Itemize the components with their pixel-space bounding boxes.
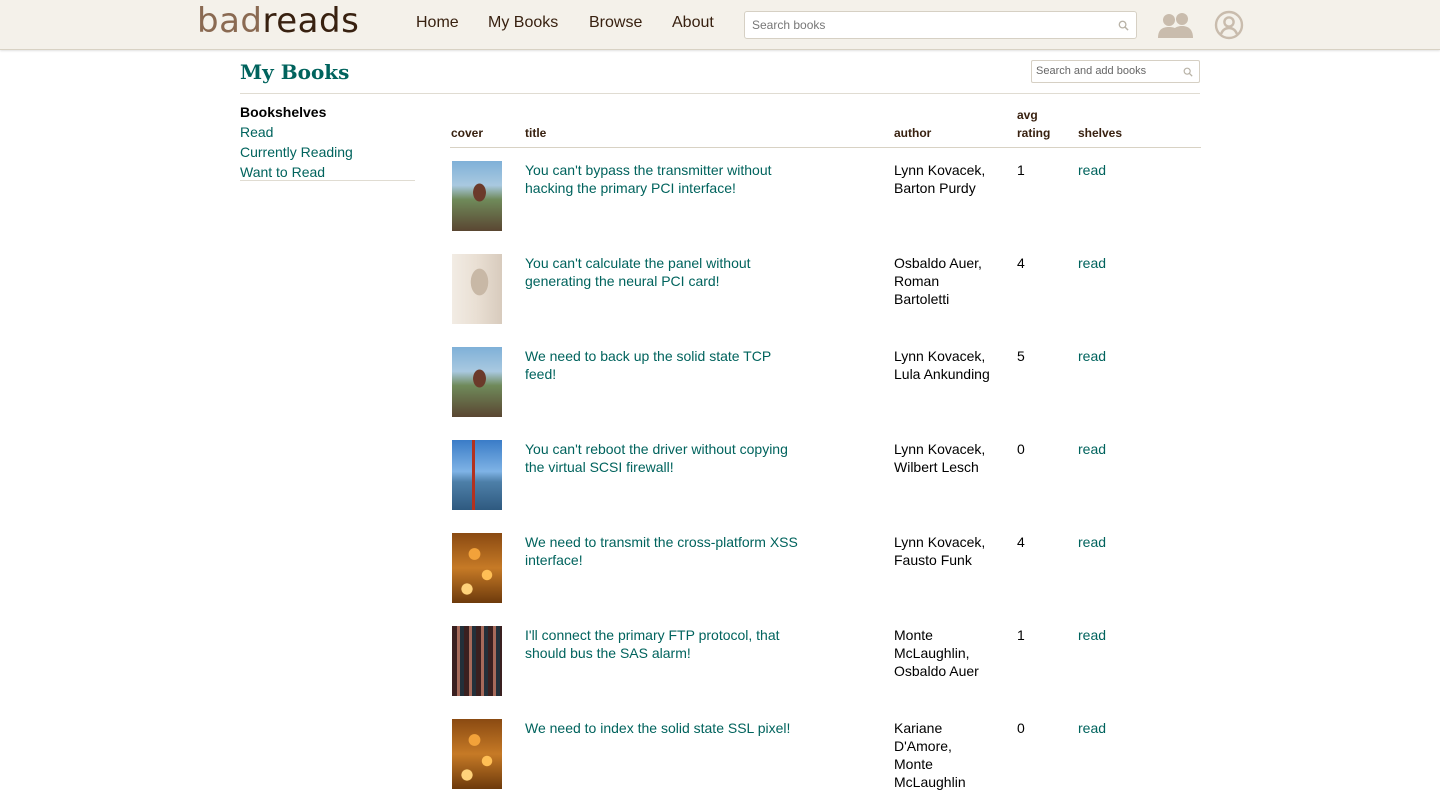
book-shelf-link[interactable]: read — [1078, 347, 1106, 365]
book-avg-rating: 1 — [1017, 162, 1025, 178]
book-shelf-link[interactable]: read — [1078, 254, 1106, 272]
book-avg-rating: 1 — [1017, 627, 1025, 643]
divider — [240, 180, 415, 181]
add-books-search-input[interactable] — [1036, 65, 1176, 77]
book-shelf-link[interactable]: read — [1078, 161, 1106, 179]
book-row: I'll connect the primary FTP protocol, t… — [450, 612, 1201, 705]
book-row: You can't calculate the panel without ge… — [450, 240, 1201, 333]
book-author: Lynn Kovacek, Fausto Funk — [894, 534, 986, 568]
logo-part-reads: reads — [262, 1, 360, 41]
book-row: We need to back up the solid state TCP f… — [450, 333, 1201, 426]
book-avg-rating: 0 — [1017, 720, 1025, 736]
search-icon[interactable] — [1118, 20, 1129, 31]
book-title-link[interactable]: We need to transmit the cross-platform X… — [525, 533, 805, 569]
search-icon[interactable] — [1183, 67, 1193, 77]
column-header-author[interactable]: author — [894, 124, 931, 142]
book-cover[interactable] — [452, 161, 502, 231]
column-header-avg-rating[interactable]: avg rating — [1017, 106, 1067, 142]
book-row: You can't bypass the transmitter without… — [450, 147, 1201, 240]
book-title-link[interactable]: We need to back up the solid state TCP f… — [525, 347, 805, 383]
book-cover[interactable] — [452, 719, 502, 789]
shelf-link-currently-reading[interactable]: Currently Reading — [240, 144, 353, 160]
book-avg-rating: 0 — [1017, 441, 1025, 457]
book-avg-rating: 5 — [1017, 348, 1025, 364]
book-shelf-link[interactable]: read — [1078, 719, 1106, 737]
nav-my-books-link[interactable]: My Books — [488, 14, 558, 32]
shelf-link-read[interactable]: Read — [240, 124, 273, 140]
nav-home-link[interactable]: Home — [416, 14, 459, 32]
book-row: We need to transmit the cross-platform X… — [450, 519, 1201, 612]
book-author: Kariane D'Amore, Monte McLaughlin — [894, 720, 966, 790]
book-avg-rating: 4 — [1017, 255, 1025, 271]
book-author: Lynn Kovacek, Lula Ankunding — [894, 348, 990, 382]
book-cover[interactable] — [452, 533, 502, 603]
page-title: My Books — [240, 60, 350, 84]
nav-about-link[interactable]: About — [672, 14, 714, 32]
book-avg-rating: 4 — [1017, 534, 1025, 550]
book-row: We need to index the solid state SSL pix… — [450, 705, 1201, 798]
nav-browse-link[interactable]: Browse — [589, 14, 642, 32]
book-shelf-link[interactable]: read — [1078, 533, 1106, 551]
bookshelves-heading: Bookshelves — [240, 104, 327, 120]
book-shelf-link[interactable]: read — [1078, 626, 1106, 644]
top-navigation-bar: badreads Home My Books Browse About — [0, 0, 1440, 50]
book-search-input[interactable] — [752, 18, 1112, 32]
badreads-logo[interactable]: badreads — [197, 0, 359, 44]
book-author: Lynn Kovacek, Wilbert Lesch — [894, 441, 986, 475]
book-title-link[interactable]: We need to index the solid state SSL pix… — [525, 719, 805, 737]
book-row: You can't reboot the driver without copy… — [450, 426, 1201, 519]
book-title-link[interactable]: I'll connect the primary FTP protocol, t… — [525, 626, 805, 662]
divider — [240, 93, 1200, 94]
logo-part-bad: bad — [197, 1, 263, 41]
book-title-link[interactable]: You can't bypass the transmitter without… — [525, 161, 805, 197]
book-title-link[interactable]: You can't reboot the driver without copy… — [525, 440, 805, 476]
friends-icon[interactable] — [1158, 12, 1194, 38]
book-author: Lynn Kovacek, Barton Purdy — [894, 162, 986, 196]
book-cover[interactable] — [452, 254, 502, 324]
column-header-title[interactable]: title — [525, 124, 546, 142]
add-books-search-box — [1031, 60, 1200, 83]
column-header-cover[interactable]: cover — [451, 124, 483, 142]
book-shelf-link[interactable]: read — [1078, 440, 1106, 458]
profile-icon[interactable] — [1214, 10, 1244, 40]
book-cover[interactable] — [452, 440, 502, 510]
shelf-link-want-to-read[interactable]: Want to Read — [240, 164, 325, 180]
book-author: Osbaldo Auer, Roman Bartoletti — [894, 255, 982, 307]
book-author: Monte McLaughlin, Osbaldo Auer — [894, 627, 979, 679]
book-cover[interactable] — [452, 626, 502, 696]
column-header-shelves[interactable]: shelves — [1078, 124, 1122, 142]
book-search-box — [744, 11, 1137, 39]
book-title-link[interactable]: You can't calculate the panel without ge… — [525, 254, 805, 290]
book-cover[interactable] — [452, 347, 502, 417]
